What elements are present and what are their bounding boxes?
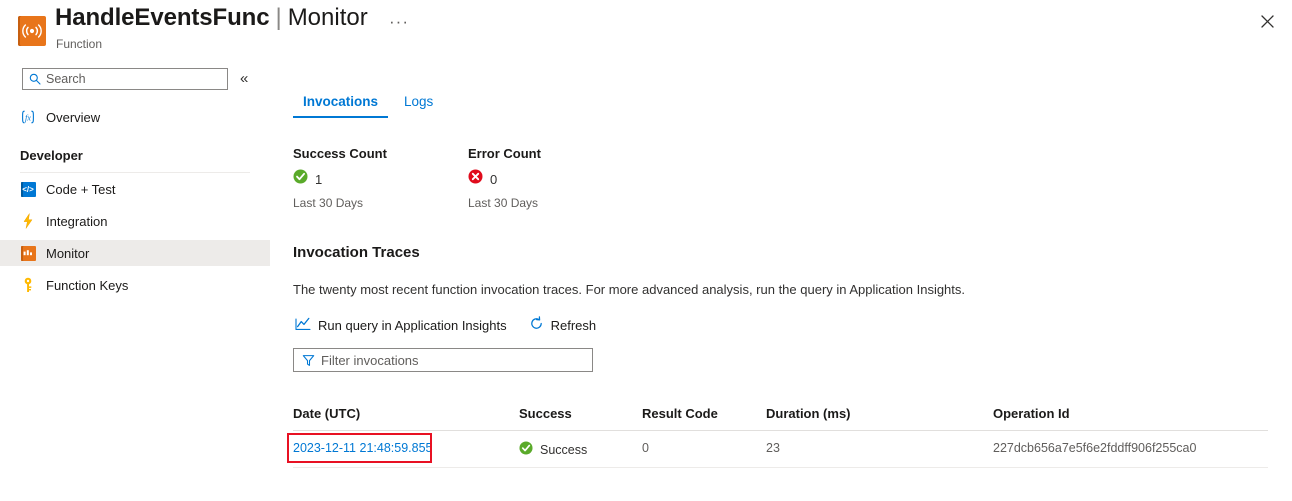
lightning-bolt-icon — [20, 213, 36, 229]
sidebar-item-label: Integration — [46, 214, 107, 229]
sidebar-divider — [20, 172, 250, 173]
metric-title: Error Count — [468, 146, 643, 161]
more-options-button[interactable]: ··· — [385, 10, 413, 34]
table-header-row: Date (UTC) Success Result Code Duration … — [293, 398, 1268, 431]
code-test-icon: </> — [20, 181, 36, 197]
function-fx-icon: fx — [20, 109, 36, 125]
invocation-operation-id: 227dcb656a7e5f6e2fddff906f255ca0 — [993, 441, 1196, 455]
invocation-success-label: Success — [540, 443, 587, 457]
tab-logs[interactable]: Logs — [394, 88, 443, 118]
metric-value: 1 — [315, 172, 322, 187]
filter-invocations-input[interactable] — [321, 353, 576, 368]
sidebar-group-developer: Developer — [20, 148, 83, 163]
invocation-duration: 23 — [766, 441, 780, 455]
sidebar: « fx Overview Developer </> Code + Test … — [0, 62, 270, 501]
tab-bar: Invocations Logs — [293, 88, 443, 118]
main-content: Invocations Logs Success Count 1 Last 30… — [270, 62, 1292, 501]
resource-name: HandleEventsFunc — [55, 4, 269, 32]
run-query-button[interactable]: Run query in Application Insights — [293, 315, 509, 336]
tab-invocations[interactable]: Invocations — [293, 88, 388, 118]
command-label: Refresh — [551, 318, 597, 333]
command-label: Run query in Application Insights — [318, 318, 507, 333]
success-check-icon — [519, 441, 533, 458]
sidebar-item-label: Function Keys — [46, 278, 128, 293]
sidebar-item-code-test[interactable]: </> Code + Test — [0, 176, 270, 202]
page-title: HandleEventsFunc | Monitor — [55, 4, 368, 32]
sidebar-item-label: Overview — [46, 110, 100, 125]
resource-type-label: Function — [56, 37, 102, 51]
column-header-success[interactable]: Success — [519, 406, 572, 421]
metric-success-count: Success Count 1 Last 30 Days — [293, 146, 468, 210]
sidebar-item-function-keys[interactable]: Function Keys — [0, 272, 270, 298]
refresh-icon — [529, 316, 544, 334]
invocation-result-code: 0 — [642, 441, 649, 455]
close-button[interactable] — [1254, 8, 1280, 34]
line-chart-icon — [295, 317, 311, 334]
search-icon — [29, 73, 41, 85]
invocation-success-cell: Success — [519, 441, 587, 458]
collapse-sidebar-button[interactable]: « — [240, 69, 248, 89]
broadcast-signal-icon — [22, 22, 42, 40]
title-separator: | — [275, 4, 281, 32]
metric-error-count: Error Count 0 Last 30 Days — [468, 146, 643, 210]
sidebar-item-label: Code + Test — [46, 182, 116, 197]
svg-text:fx: fx — [25, 113, 31, 122]
refresh-button[interactable]: Refresh — [527, 314, 599, 336]
page-name: Monitor — [288, 4, 368, 32]
invocation-traces-table: Date (UTC) Success Result Code Duration … — [293, 398, 1268, 468]
invocation-date-link[interactable]: 2023-12-11 21:48:59.855 — [293, 441, 432, 455]
section-title: Invocation Traces — [293, 244, 420, 261]
section-description: The twenty most recent function invocati… — [293, 282, 965, 297]
function-app-icon — [18, 16, 46, 46]
search-box[interactable] — [22, 68, 228, 90]
metric-cards: Success Count 1 Last 30 Days Error Count — [293, 146, 643, 210]
sidebar-item-monitor[interactable]: Monitor — [0, 240, 270, 266]
page-header: HandleEventsFunc | Monitor ··· Function — [0, 0, 1292, 62]
error-x-icon — [468, 169, 483, 189]
column-header-result-code[interactable]: Result Code — [642, 406, 718, 421]
filter-box[interactable] — [293, 348, 593, 372]
sidebar-item-integration[interactable]: Integration — [0, 208, 270, 234]
monitor-gauge-icon — [20, 245, 36, 261]
table-row: 2023-12-11 21:48:59.855 Success 0 23 227… — [293, 431, 1268, 468]
filter-funnel-icon — [302, 354, 315, 367]
sidebar-item-label: Monitor — [46, 246, 89, 261]
success-check-icon — [293, 169, 308, 189]
metric-title: Success Count — [293, 146, 468, 161]
close-icon — [1261, 15, 1274, 28]
column-header-date[interactable]: Date (UTC) — [293, 406, 360, 421]
sidebar-item-overview[interactable]: fx Overview — [0, 104, 270, 130]
command-bar: Run query in Application Insights Refres… — [293, 314, 598, 336]
key-icon — [20, 277, 36, 293]
search-input[interactable] — [46, 72, 211, 86]
metric-subtitle: Last 30 Days — [468, 196, 643, 210]
column-header-operation-id[interactable]: Operation Id — [993, 406, 1070, 421]
column-header-duration[interactable]: Duration (ms) — [766, 406, 851, 421]
metric-subtitle: Last 30 Days — [293, 196, 468, 210]
metric-value: 0 — [490, 172, 497, 187]
